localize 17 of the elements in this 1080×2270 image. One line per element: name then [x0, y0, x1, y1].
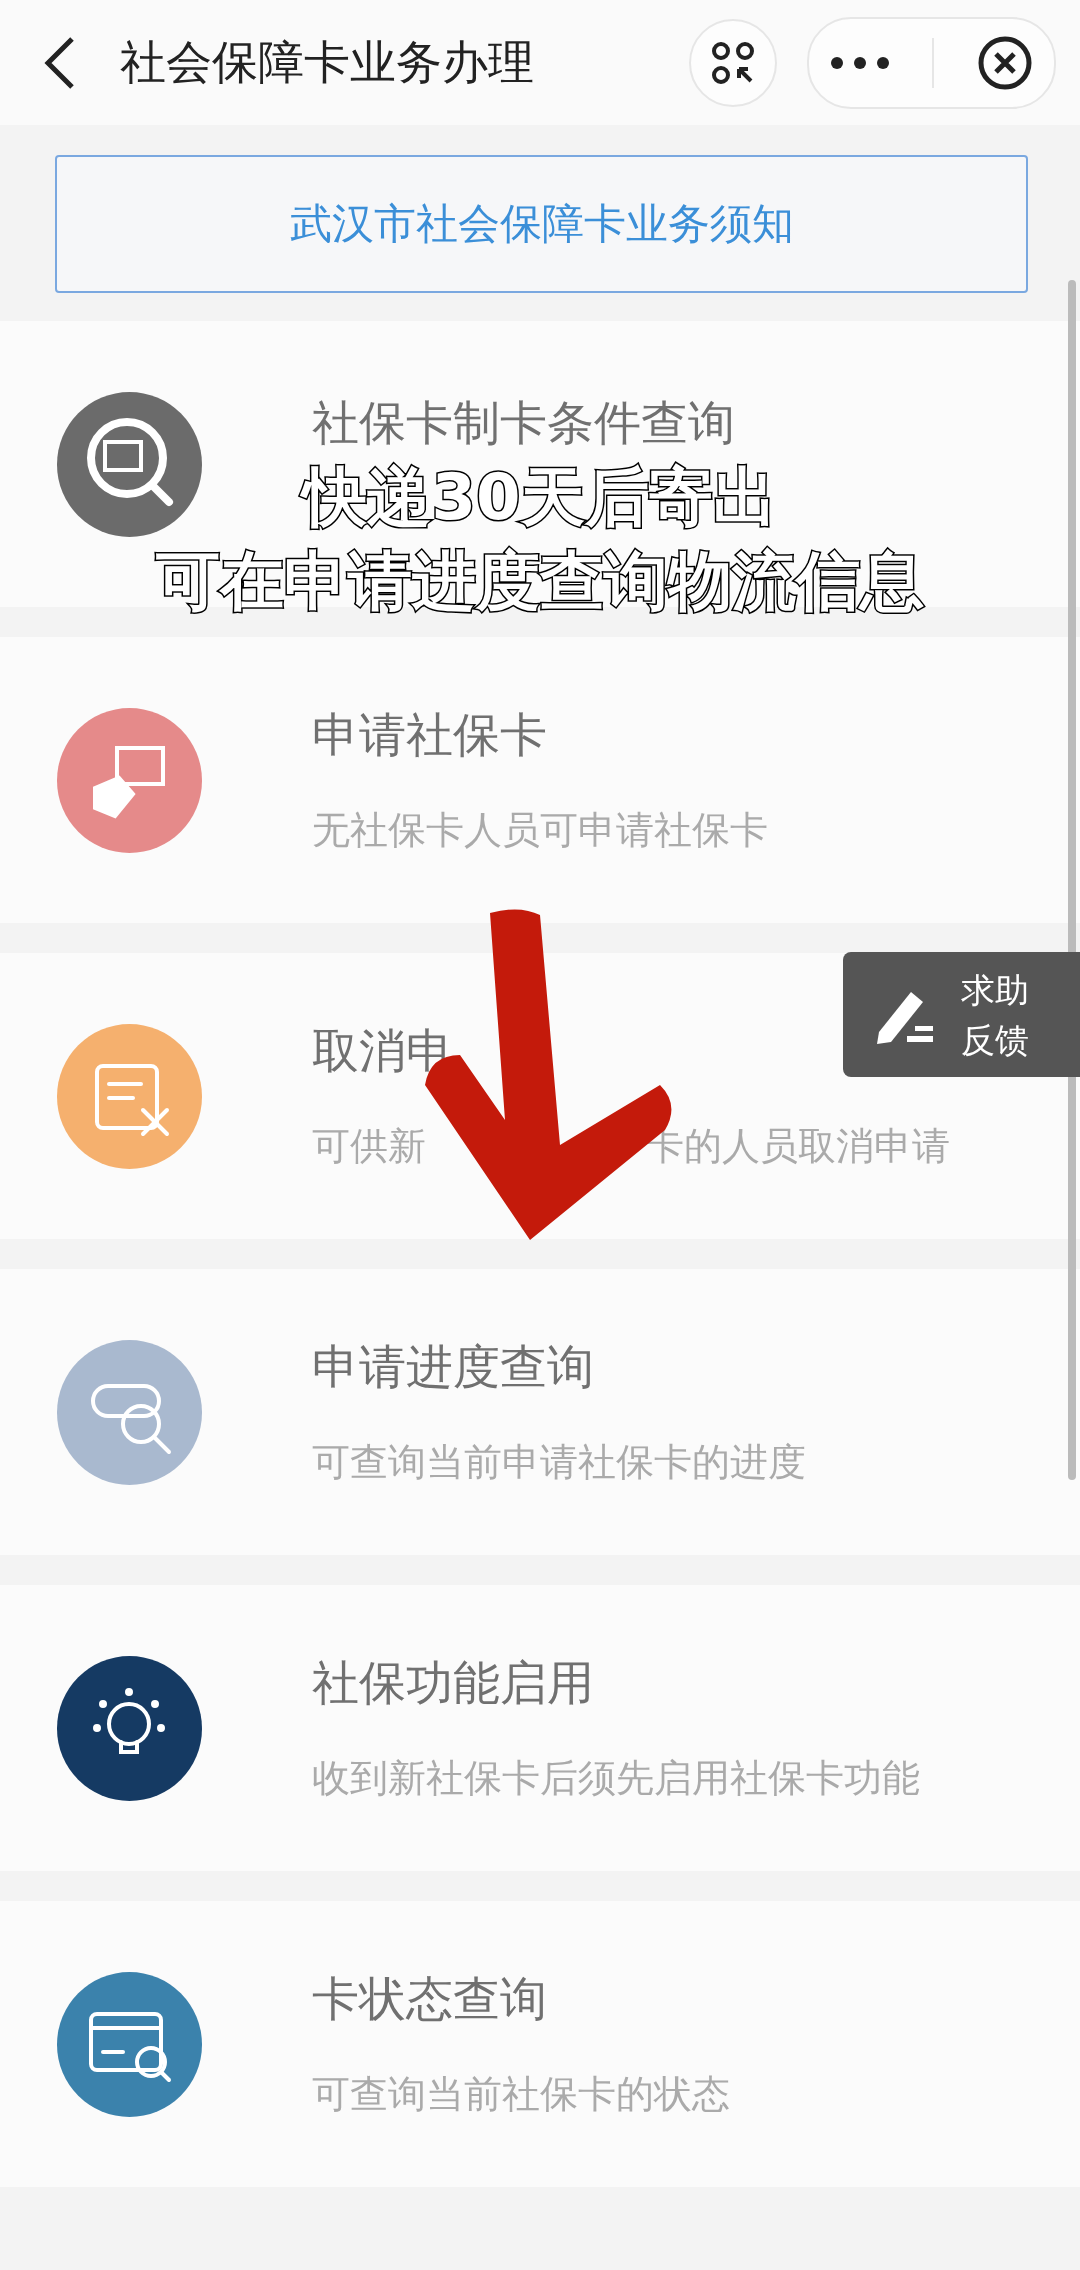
- service-title: 社保卡制卡条件查询: [312, 393, 735, 452]
- page-title: 社会保障卡业务办理: [120, 33, 535, 91]
- service-title: 取消申: [312, 1022, 454, 1080]
- service-title: 社保功能启用: [312, 1654, 595, 1712]
- service-title: 申请进度查询: [312, 1338, 595, 1396]
- service-description: 可查询当前社保卡的状态: [312, 2071, 730, 2118]
- service-description: 无社保卡人员可申请社保卡: [312, 807, 768, 854]
- service-description: 卡的人员取消申请: [646, 1124, 950, 1168]
- feedback-button[interactable]: 求助 反馈: [843, 952, 1080, 1077]
- video-caption: 快递30天后寄出 可在申请进度查询物流信息: [156, 459, 924, 620]
- service-description: 可供新: [312, 1124, 426, 1168]
- service-title: 卡状态查询: [312, 1970, 548, 2028]
- service-description: 可查询当前申请社保卡的进度: [312, 1439, 806, 1486]
- close-icon[interactable]: [976, 34, 1033, 91]
- more-icon[interactable]: [830, 55, 891, 70]
- service-title: 申请社保卡: [312, 706, 548, 764]
- service-description: 收到新社保卡后须先启用社保卡功能: [312, 1755, 920, 1802]
